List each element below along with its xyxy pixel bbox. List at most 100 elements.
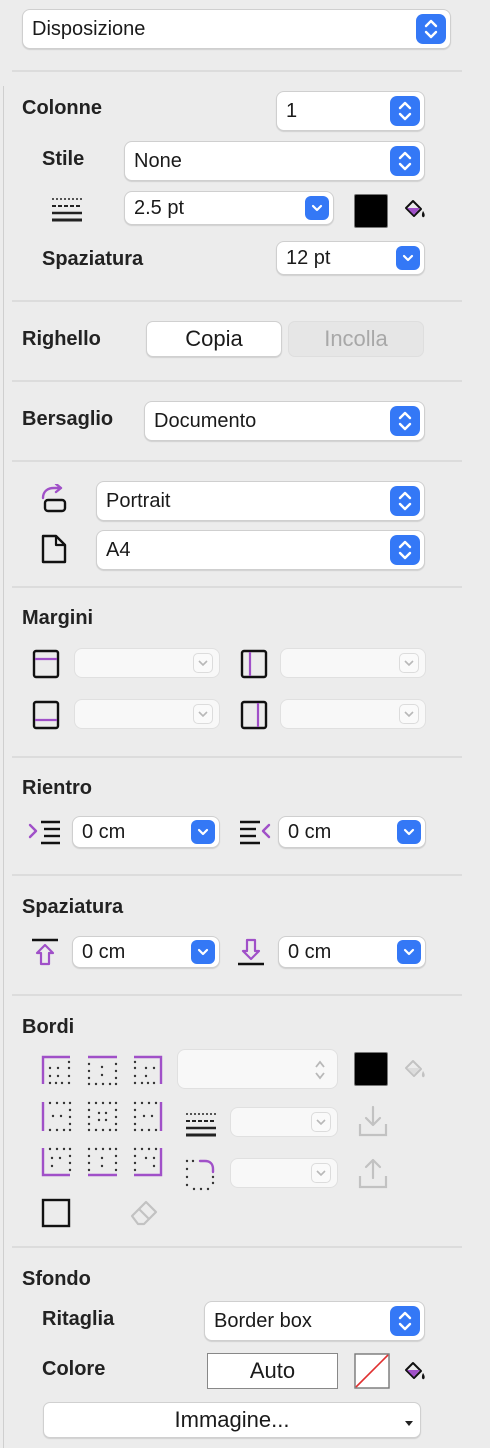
page-size-value: A4: [106, 538, 131, 561]
border-left-icon[interactable]: [40, 1100, 72, 1137]
space-before-value: 0 cm: [82, 940, 126, 963]
eraser-icon[interactable]: [128, 1196, 162, 1233]
section-title-righello: Righello: [22, 328, 101, 350]
export-icon[interactable]: [357, 1156, 389, 1195]
border-all-icon[interactable]: [40, 1197, 72, 1234]
border-right-icon[interactable]: [132, 1100, 164, 1137]
border-radius-icon: [184, 1157, 216, 1196]
divider: [12, 460, 462, 462]
rotate-orientation-icon: [38, 482, 70, 521]
divider: [12, 586, 462, 588]
column-spacing-select[interactable]: 12 pt: [276, 241, 425, 275]
paint-bucket-icon[interactable]: [400, 1056, 428, 1089]
indent-right-icon: [238, 819, 272, 850]
divider: [12, 380, 462, 382]
section-title-rientro: Rientro: [22, 777, 92, 799]
border-none-icon[interactable]: [86, 1100, 118, 1137]
indent-right-select[interactable]: 0 cm: [278, 816, 426, 848]
background-image-button[interactable]: Immagine...: [43, 1402, 421, 1438]
margin-bottom-input[interactable]: [74, 699, 220, 729]
column-spacing-value: 12 pt: [286, 246, 331, 269]
chevron-down-icon: [399, 704, 419, 724]
stepper-icon: [390, 146, 420, 176]
section-title-bersaglio: Bersaglio: [22, 408, 114, 430]
border-width-stepper[interactable]: [177, 1049, 338, 1089]
column-rule-color-swatch[interactable]: [354, 194, 388, 228]
chevron-down-icon: [399, 653, 419, 673]
column-rule-width-select[interactable]: 2.5 pt: [124, 191, 334, 225]
space-before-select[interactable]: 0 cm: [72, 936, 220, 968]
target-select[interactable]: Documento: [144, 401, 425, 441]
page-size-select[interactable]: A4: [96, 530, 425, 570]
border-style-icon: [184, 1110, 218, 1143]
chevron-down-icon: [191, 820, 215, 844]
margin-top-input[interactable]: [74, 648, 220, 678]
stepper-icon: [390, 406, 420, 436]
border-bottom-right-icon[interactable]: [132, 1146, 164, 1183]
indent-left-icon: [28, 819, 62, 850]
border-bottom-left-icon[interactable]: [40, 1146, 72, 1183]
margin-right-icon: [240, 700, 268, 735]
column-count-select[interactable]: 1: [276, 91, 425, 131]
color-label: Colore: [42, 1358, 106, 1380]
line-width-icon: [50, 195, 84, 228]
divider: [12, 994, 462, 996]
stepper-icon: [313, 1058, 327, 1088]
border-bottom-icon[interactable]: [86, 1146, 118, 1183]
margin-top-icon: [32, 649, 60, 684]
chevron-down-icon: [193, 653, 213, 673]
space-before-icon: [30, 937, 60, 972]
border-style-select[interactable]: [230, 1107, 338, 1137]
target-value: Documento: [154, 409, 257, 432]
page-size-icon: [40, 533, 68, 570]
border-color-swatch[interactable]: [354, 1052, 388, 1086]
paint-bucket-icon[interactable]: [400, 1358, 428, 1391]
divider: [12, 300, 462, 302]
section-title-margini: Margini: [22, 607, 94, 629]
import-icon[interactable]: [357, 1104, 389, 1143]
stepper-icon: [390, 535, 420, 565]
margin-left-input[interactable]: [280, 648, 426, 678]
chevron-down-icon: [311, 1163, 331, 1183]
border-top-icon[interactable]: [86, 1054, 118, 1091]
space-after-value: 0 cm: [288, 940, 332, 963]
divider: [12, 756, 462, 758]
copy-button[interactable]: Copia: [146, 321, 282, 357]
stepper-icon: [416, 14, 446, 44]
indent-right-value: 0 cm: [288, 820, 332, 843]
column-spacing-label: Spaziatura: [42, 248, 144, 270]
margin-right-input[interactable]: [280, 699, 426, 729]
divider: [12, 874, 462, 876]
chevron-down-icon: [397, 820, 421, 844]
chevron-down-icon: [396, 246, 420, 270]
paste-button[interactable]: Incolla: [288, 321, 424, 357]
column-style-value: None: [134, 149, 182, 172]
column-rule-width-value: 2.5 pt: [134, 196, 185, 219]
chevron-down-icon: [191, 940, 215, 964]
background-clip-select[interactable]: Border box: [204, 1301, 425, 1341]
orientation-select[interactable]: Portrait: [96, 481, 425, 521]
panel-mode-value: Disposizione: [32, 17, 146, 40]
stepper-icon: [390, 1306, 420, 1336]
column-style-label: Stile: [42, 148, 85, 170]
space-after-select[interactable]: 0 cm: [278, 936, 426, 968]
background-color-auto-button[interactable]: Auto: [207, 1353, 338, 1389]
border-top-left-icon[interactable]: [40, 1054, 72, 1091]
indent-left-value: 0 cm: [82, 820, 126, 843]
stepper-icon: [390, 96, 420, 126]
no-color-swatch-icon[interactable]: [354, 1353, 390, 1394]
paint-bucket-icon[interactable]: [400, 196, 428, 229]
border-radius-select[interactable]: [230, 1158, 338, 1188]
section-title-sfondo: Sfondo: [22, 1268, 91, 1290]
column-style-select[interactable]: None: [124, 141, 425, 181]
orientation-value: Portrait: [106, 489, 171, 512]
border-top-right-icon[interactable]: [132, 1054, 164, 1091]
background-image-label: Immagine...: [174, 1407, 290, 1432]
panel-left-rule: [3, 86, 4, 1448]
indent-left-select[interactable]: 0 cm: [72, 816, 220, 848]
space-after-icon: [236, 937, 266, 972]
panel-mode-select[interactable]: Disposizione: [22, 9, 451, 49]
chevron-down-icon: [397, 940, 421, 964]
divider: [12, 1246, 462, 1248]
margin-left-icon: [240, 649, 268, 684]
